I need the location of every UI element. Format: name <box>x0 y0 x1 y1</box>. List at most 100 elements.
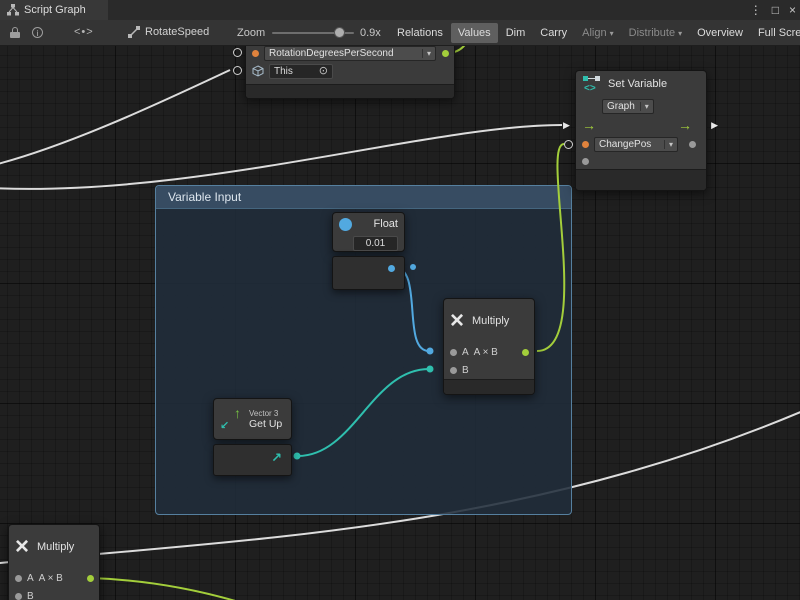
info-icon[interactable]: i <box>32 27 43 38</box>
maximize-icon[interactable]: □ <box>772 0 779 20</box>
vector-output-port-icon[interactable]: ↗ <box>271 450 282 466</box>
tab-script-graph[interactable]: Script Graph <box>0 0 108 20</box>
node-set-variable[interactable]: <> Set Variable Graph ▾ → → ChangePos ▾ <box>575 70 707 191</box>
value-port-gray[interactable] <box>582 158 589 165</box>
input-port-hollow[interactable] <box>233 66 242 75</box>
node-footer <box>576 169 706 190</box>
get-up-port-strip[interactable]: ↗ <box>213 444 292 476</box>
port-b-dot[interactable] <box>15 593 22 600</box>
align-button[interactable]: Align ▾ <box>575 23 620 43</box>
port-row-b: B <box>9 587 99 600</box>
node-title: Multiply <box>37 541 74 553</box>
set-variable-header: <> Set Variable <box>576 71 706 97</box>
multiply-icon: × <box>450 310 464 332</box>
node-multiply[interactable]: × Multiply A A × B B <box>443 298 535 395</box>
multiply-header: × Multiply <box>9 525 99 569</box>
node-title: Get Up <box>249 418 282 430</box>
graph-toolbar: i <•> RotateSpeed Zoom 0.9x Relations Va… <box>0 20 800 46</box>
flow-in-icon[interactable]: → <box>582 118 596 132</box>
toolbar-buttons: Relations Values Dim Carry Align ▾ Distr… <box>390 20 800 46</box>
graph-reference[interactable]: RotateSpeed <box>128 26 209 38</box>
input-port-hollow[interactable] <box>233 48 242 57</box>
variable-get-row: RotationDegreesPerSecond ▾ <box>246 46 454 62</box>
graph-canvas[interactable]: Variable Input RotationDegreesPerSecond … <box>0 46 800 600</box>
get-up-header: ↑ ↙ Vector 3 Get Up <box>214 399 291 439</box>
variable-port-orange[interactable] <box>252 50 259 57</box>
node-float[interactable]: Float 0.01 <box>332 212 405 252</box>
chevron-down-icon: ▾ <box>664 140 673 149</box>
close-icon[interactable]: × <box>789 0 796 20</box>
float-icon <box>339 218 352 231</box>
wire-white-2 <box>0 125 562 189</box>
overview-button[interactable]: Overview <box>690 23 750 43</box>
dim-button[interactable]: Dim <box>499 23 533 43</box>
float-port-strip[interactable] <box>332 256 405 290</box>
set-variable-icon: <> <box>582 74 602 94</box>
flow-row: → → <box>576 115 706 135</box>
values-button[interactable]: Values <box>451 23 498 43</box>
float-value-row: 0.01 <box>333 235 404 251</box>
multiply-header: × Multiply <box>444 299 534 343</box>
result-output-port[interactable] <box>522 349 529 356</box>
flow-out-icon[interactable]: → <box>678 118 692 132</box>
port-row-a: A A × B <box>444 343 534 361</box>
zoom-label: Zoom <box>237 27 265 39</box>
port-row-a: A A × B <box>9 569 99 587</box>
float-header: Float <box>333 213 404 235</box>
variable-output-port[interactable] <box>442 50 449 57</box>
flow-out-triangle-icon[interactable]: ▶ <box>711 121 718 130</box>
multiply-icon: × <box>15 536 29 558</box>
node-title: Float <box>374 218 398 230</box>
node-get-up[interactable]: ↑ ↙ Vector 3 Get Up <box>213 398 292 440</box>
node-title: Multiply <box>472 315 509 327</box>
float-output-port[interactable] <box>388 265 395 272</box>
vector3-icon: ↑ ↙ <box>220 408 242 430</box>
distribute-button[interactable]: Distribute ▾ <box>622 23 689 43</box>
chevron-down-icon: ▾ <box>678 29 682 38</box>
node-footer <box>246 84 454 98</box>
graph-name: RotateSpeed <box>145 26 209 38</box>
window-controls: ⋮ □ × <box>750 0 796 20</box>
window-titlebar: Script Graph ⋮ □ × <box>0 0 800 21</box>
graph-node-icon <box>128 26 140 38</box>
flow-in-triangle-icon[interactable]: ▶ <box>563 121 570 130</box>
relations-button[interactable]: Relations <box>390 23 450 43</box>
variable-dropdown[interactable]: RotationDegreesPerSecond ▾ <box>264 46 436 61</box>
type-label: Vector 3 <box>249 409 282 418</box>
variable-name-dropdown[interactable]: ChangePos ▾ <box>594 137 678 152</box>
node-footer <box>444 379 534 394</box>
zoom-value: 0.9x <box>360 27 381 39</box>
full-screen-button[interactable]: Full Screen <box>751 23 800 43</box>
output-port-gray[interactable] <box>689 141 696 148</box>
group-header[interactable]: Variable Input <box>156 186 571 209</box>
chevron-down-icon: ▾ <box>640 102 649 111</box>
chevron-down-icon: ▾ <box>422 49 431 58</box>
script-graph-icon <box>7 4 19 16</box>
value-row <box>576 153 706 169</box>
input-port-hollow[interactable] <box>564 140 573 149</box>
carry-button[interactable]: Carry <box>533 23 574 43</box>
port-b-dot[interactable] <box>450 367 457 374</box>
float-value-input[interactable]: 0.01 <box>353 236 398 251</box>
group-title: Variable Input <box>168 190 241 204</box>
svg-text:<>: <> <box>584 83 596 94</box>
lock-icon[interactable] <box>10 27 20 39</box>
this-field[interactable]: This ⊙ <box>269 64 333 79</box>
code-icon[interactable]: <•> <box>74 26 94 38</box>
cube-icon <box>252 65 264 77</box>
scope-dropdown[interactable]: Graph ▾ <box>602 99 654 114</box>
tab-title: Script Graph <box>24 4 86 16</box>
node-multiply-2[interactable]: × Multiply A A × B B <box>8 524 100 600</box>
result-output-port[interactable] <box>87 575 94 582</box>
zoom-slider-handle[interactable] <box>334 27 345 38</box>
wire-white-1 <box>0 70 230 166</box>
port-a-dot[interactable] <box>450 349 457 356</box>
port-a-dot[interactable] <box>15 575 22 582</box>
variable-name-row: ChangePos ▾ <box>576 135 706 153</box>
menu-icon[interactable]: ⋮ <box>750 0 762 20</box>
target-icon: ⊙ <box>319 66 328 76</box>
node-title: Set Variable <box>608 78 667 90</box>
port-row-b: B <box>444 361 534 379</box>
name-port-orange[interactable] <box>582 141 589 148</box>
node-variable-get[interactable]: RotationDegreesPerSecond ▾ This ⊙ <box>245 46 455 99</box>
